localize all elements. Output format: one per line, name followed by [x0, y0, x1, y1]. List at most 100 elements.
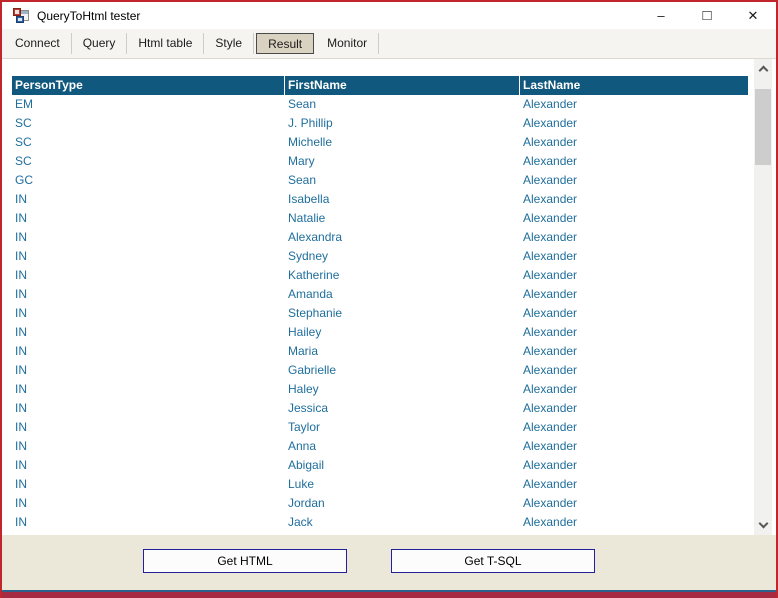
table-row: EM Sean Alexander [12, 95, 748, 114]
table-cell: Alexander [523, 515, 578, 529]
table-cell: Katherine [288, 268, 340, 282]
table-cell: Sean [288, 173, 317, 187]
column-header: LastName [520, 76, 748, 95]
table-row: IN Sydney Alexander [12, 247, 748, 266]
table-cell: IN [15, 401, 27, 415]
table-cell: Alexander [523, 268, 578, 282]
table-row: IN Anna Alexander [12, 437, 748, 456]
tab-monitor[interactable]: Monitor [316, 33, 380, 54]
table-row: IN Haley Alexander [12, 380, 748, 399]
table-cell: Abigail [288, 458, 325, 472]
table-cell: Sydney [288, 249, 329, 263]
result-table: PersonType FirstName LastName EM Sean Alexan… [12, 76, 748, 532]
bottom-accent-band [2, 592, 776, 598]
bottom-panel: Get HTML Get T-SQL [2, 535, 776, 592]
tab-strip: Connect Query Html table Style Result Monitor [2, 29, 776, 59]
column-header: PersonType [12, 76, 285, 95]
table-cell: IN [15, 458, 27, 472]
app-window: QueryToHtml tester – □ ✕ Connect Query Htm… [0, 0, 778, 598]
table-cell: Alexander [523, 401, 578, 415]
scrollbar-thumb[interactable] [755, 89, 771, 165]
table-cell: Alexandra [288, 230, 343, 244]
table-cell: IN [15, 268, 27, 282]
table-cell: Maria [288, 344, 319, 358]
table-cell: IN [15, 439, 27, 453]
table-cell: Stephanie [288, 306, 343, 320]
table-cell: Haley [288, 382, 319, 396]
table-cell: Natalie [288, 211, 326, 225]
table-cell: Amanda [288, 287, 333, 301]
table-row: IN Stephanie Alexander [12, 304, 748, 323]
table-cell: Isabella [288, 192, 330, 206]
column-header: FirstName [285, 76, 520, 95]
table-cell: Luke [288, 477, 315, 491]
table-cell: EM [15, 97, 33, 111]
table-cell: IN [15, 211, 27, 225]
table-header-row: PersonType FirstName LastName [12, 76, 748, 95]
table-row: SC J. Phillip Alexander [12, 114, 748, 133]
close-button[interactable]: ✕ [730, 2, 776, 29]
table-cell: IN [15, 230, 27, 244]
table-cell: Alexander [523, 287, 578, 301]
tab-result[interactable]: Result [256, 33, 315, 54]
table-row: IN Hailey Alexander [12, 323, 748, 342]
table-row: SC Michelle Alexander [12, 133, 748, 152]
table-cell: J. Phillip [288, 116, 333, 130]
titlebar: QueryToHtml tester – □ ✕ [2, 2, 776, 29]
table-cell: Gabrielle [288, 363, 337, 377]
table-cell: IN [15, 192, 27, 206]
table-cell: IN [15, 477, 27, 491]
result-panel: PersonType FirstName LastName EM Sean Alexan… [2, 59, 776, 535]
table-cell: Alexander [523, 458, 578, 472]
table-cell: Michelle [288, 135, 333, 149]
chevron-up-icon [758, 65, 768, 76]
scroll-down-button[interactable] [754, 517, 772, 534]
table-cell: IN [15, 325, 27, 339]
table-cell: Alexander [523, 211, 578, 225]
table-cell: Taylor [288, 420, 321, 434]
table-cell: Alexander [523, 477, 578, 491]
table-row: IN Maria Alexander [12, 342, 748, 361]
table-row: IN Jessica Alexander [12, 399, 748, 418]
table-cell: Mary [288, 154, 315, 168]
table-cell: Alexander [523, 116, 578, 130]
window-controls: – □ ✕ [638, 2, 776, 29]
table-cell: IN [15, 344, 27, 358]
table-cell: IN [15, 306, 27, 320]
minimize-button[interactable]: – [638, 2, 684, 29]
get-tsql-button[interactable]: Get T-SQL [391, 549, 595, 573]
maximize-button[interactable]: □ [684, 2, 730, 29]
tab-connect[interactable]: Connect [4, 33, 72, 54]
tab-style[interactable]: Style [204, 33, 255, 54]
table-cell: Jordan [288, 496, 325, 510]
tab-html-table[interactable]: Html table [127, 33, 205, 54]
table-cell: IN [15, 515, 27, 529]
vertical-scrollbar[interactable] [754, 59, 772, 535]
table-row: IN Alexandra Alexander [12, 228, 748, 247]
table-cell: Alexander [523, 249, 578, 263]
tab-query[interactable]: Query [72, 33, 128, 54]
table-cell: SC [15, 154, 32, 168]
window-title: QueryToHtml tester [37, 8, 141, 23]
table-row: GC Sean Alexander [12, 171, 748, 190]
table-row: IN Abigail Alexander [12, 456, 748, 475]
get-html-button[interactable]: Get HTML [143, 549, 347, 573]
chevron-down-icon [758, 518, 768, 529]
table-cell: IN [15, 287, 27, 301]
table-cell: Anna [288, 439, 317, 453]
table-cell: Alexander [523, 325, 578, 339]
table-cell: Sean [288, 97, 317, 111]
table-row: IN Katherine Alexander [12, 266, 748, 285]
table-cell: IN [15, 363, 27, 377]
app-icon [13, 7, 29, 24]
table-cell: Alexander [523, 496, 578, 510]
table-cell: IN [15, 382, 27, 396]
table-cell: Jessica [288, 401, 329, 415]
table-cell: SC [15, 135, 32, 149]
table-cell: Alexander [523, 382, 578, 396]
table-row: IN Amanda Alexander [12, 285, 748, 304]
table-cell: Alexander [523, 192, 578, 206]
scroll-up-button[interactable] [754, 60, 772, 77]
table-row: IN Luke Alexander [12, 475, 748, 494]
table-cell: Alexander [523, 135, 578, 149]
